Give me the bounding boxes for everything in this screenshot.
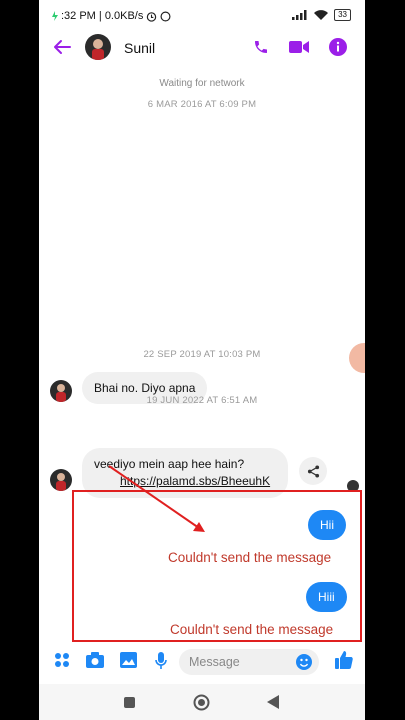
camera-icon[interactable] [86, 652, 104, 668]
send-error[interactable]: Couldn't send the message [168, 550, 331, 565]
message-composer: Message [39, 644, 365, 680]
apps-icon[interactable] [54, 652, 70, 668]
system-nav-bar [39, 684, 365, 720]
outgoing-message[interactable]: Hii [308, 510, 346, 540]
recents-button[interactable] [124, 697, 135, 708]
message-input[interactable]: Message [179, 649, 319, 675]
annotation-arrow [108, 465, 205, 532]
like-thumbs-up-icon[interactable] [335, 651, 353, 669]
microphone-icon[interactable] [155, 652, 167, 669]
emoji-icon[interactable] [296, 654, 312, 670]
messenger-screen: :32 PM | 0.0KB/s 33 Sunil Waiting for ne… [39, 0, 365, 720]
back-button[interactable] [267, 695, 279, 709]
outgoing-message[interactable]: Hiii [306, 582, 347, 612]
send-error[interactable]: Couldn't send the message [170, 622, 333, 637]
home-button[interactable] [193, 694, 210, 711]
message-placeholder: Message [189, 655, 240, 669]
gallery-icon[interactable] [120, 652, 137, 668]
